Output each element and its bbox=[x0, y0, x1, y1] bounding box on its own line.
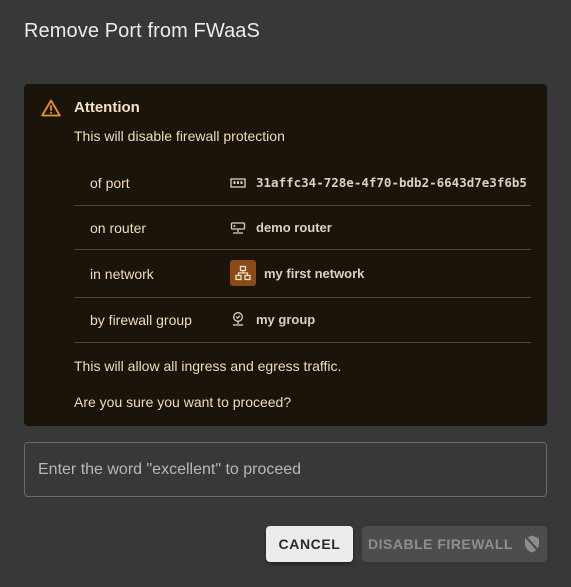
dialog-title: Remove Port from FWaaS bbox=[24, 20, 260, 42]
list-item-router: on router demo router bbox=[74, 206, 531, 250]
row-label: in network bbox=[90, 266, 154, 282]
warning-subtitle: This will disable firewall protection bbox=[74, 128, 285, 144]
row-label: on router bbox=[90, 220, 147, 236]
cancel-button[interactable]: CANCEL bbox=[266, 526, 353, 562]
cancel-button-label: CANCEL bbox=[278, 536, 341, 552]
list-item-network: in network my first network bbox=[74, 250, 531, 298]
warning-title: Attention bbox=[74, 99, 140, 116]
port-icon bbox=[230, 177, 250, 189]
row-label: of port bbox=[90, 175, 130, 191]
warning-panel: Attention This will disable firewall pro… bbox=[24, 84, 547, 426]
list-item-firewall-group: by firewall group my group bbox=[74, 298, 531, 343]
disable-firewall-button[interactable]: DISABLE FIREWALL bbox=[362, 526, 547, 562]
disable-firewall-label: DISABLE FIREWALL bbox=[368, 536, 513, 552]
router-icon bbox=[230, 221, 250, 235]
firewall-group-icon bbox=[230, 311, 250, 327]
network-icon bbox=[230, 260, 256, 286]
list-item-port: of port 31affc34-728e-4f70-bdb2-6643d7e3… bbox=[74, 161, 531, 206]
warning-icon bbox=[41, 99, 61, 117]
confirm-input[interactable] bbox=[25, 443, 546, 496]
router-name: demo router bbox=[256, 220, 332, 235]
shield-off-icon bbox=[523, 534, 541, 554]
confirm-field bbox=[24, 442, 547, 497]
row-value: demo router bbox=[230, 220, 332, 235]
row-value: 31affc34-728e-4f70-bdb2-6643d7e3f6b5 bbox=[230, 175, 527, 190]
firewall-group-name: my group bbox=[256, 311, 316, 327]
network-name: my first network bbox=[264, 265, 365, 281]
warning-note-confirm: Are you sure you want to proceed? bbox=[74, 394, 292, 410]
row-label: by firewall group bbox=[90, 312, 192, 328]
remove-port-dialog: Remove Port from FWaaS Attention This wi… bbox=[0, 0, 571, 587]
row-value: my group bbox=[230, 311, 315, 327]
resource-list: of port 31affc34-728e-4f70-bdb2-6643d7e3… bbox=[74, 161, 531, 343]
row-value: my first network bbox=[230, 260, 364, 286]
port-id: 31affc34-728e-4f70-bdb2-6643d7e3f6b5 bbox=[256, 175, 527, 190]
warning-note-traffic: This will allow all ingress and egress t… bbox=[74, 358, 342, 374]
